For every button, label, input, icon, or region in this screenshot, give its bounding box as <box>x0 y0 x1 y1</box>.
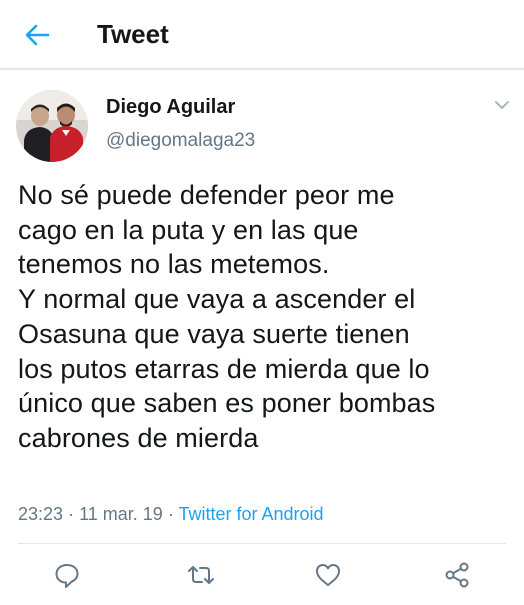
share-button[interactable] <box>442 560 472 590</box>
retweet-icon <box>188 566 214 584</box>
retweet-button[interactable] <box>186 560 216 590</box>
heart-icon <box>316 564 340 586</box>
meta-separator: · <box>68 504 75 524</box>
tweet-date: 11 mar. 19 <box>79 504 163 524</box>
back-arrow-icon <box>25 24 50 46</box>
share-icon <box>445 562 469 588</box>
reply-button[interactable] <box>52 560 82 590</box>
top-app-bar: Tweet <box>0 0 524 70</box>
page-title: Tweet <box>97 19 169 49</box>
back-button[interactable] <box>22 20 52 50</box>
tweet-text: No sé puede defender peor me cago en la … <box>18 180 436 453</box>
profile-photo <box>16 90 88 162</box>
divider <box>18 543 506 544</box>
avatar[interactable] <box>16 90 88 162</box>
meta-separator: · <box>167 504 174 524</box>
reply-icon <box>55 564 79 588</box>
tweet-time: 23:23 <box>18 504 64 524</box>
tweet-meta: 23:23 · 11 mar. 19 · Twitter for Android <box>18 504 324 525</box>
chevron-down-icon <box>495 101 509 109</box>
tweet-source-link[interactable]: Twitter for Android <box>179 504 324 524</box>
user-handle[interactable]: @diegomalaga23 <box>106 130 255 152</box>
like-button[interactable] <box>313 560 343 590</box>
tweet-menu-button[interactable] <box>492 97 512 113</box>
display-name[interactable]: Diego Aguilar <box>106 96 235 119</box>
